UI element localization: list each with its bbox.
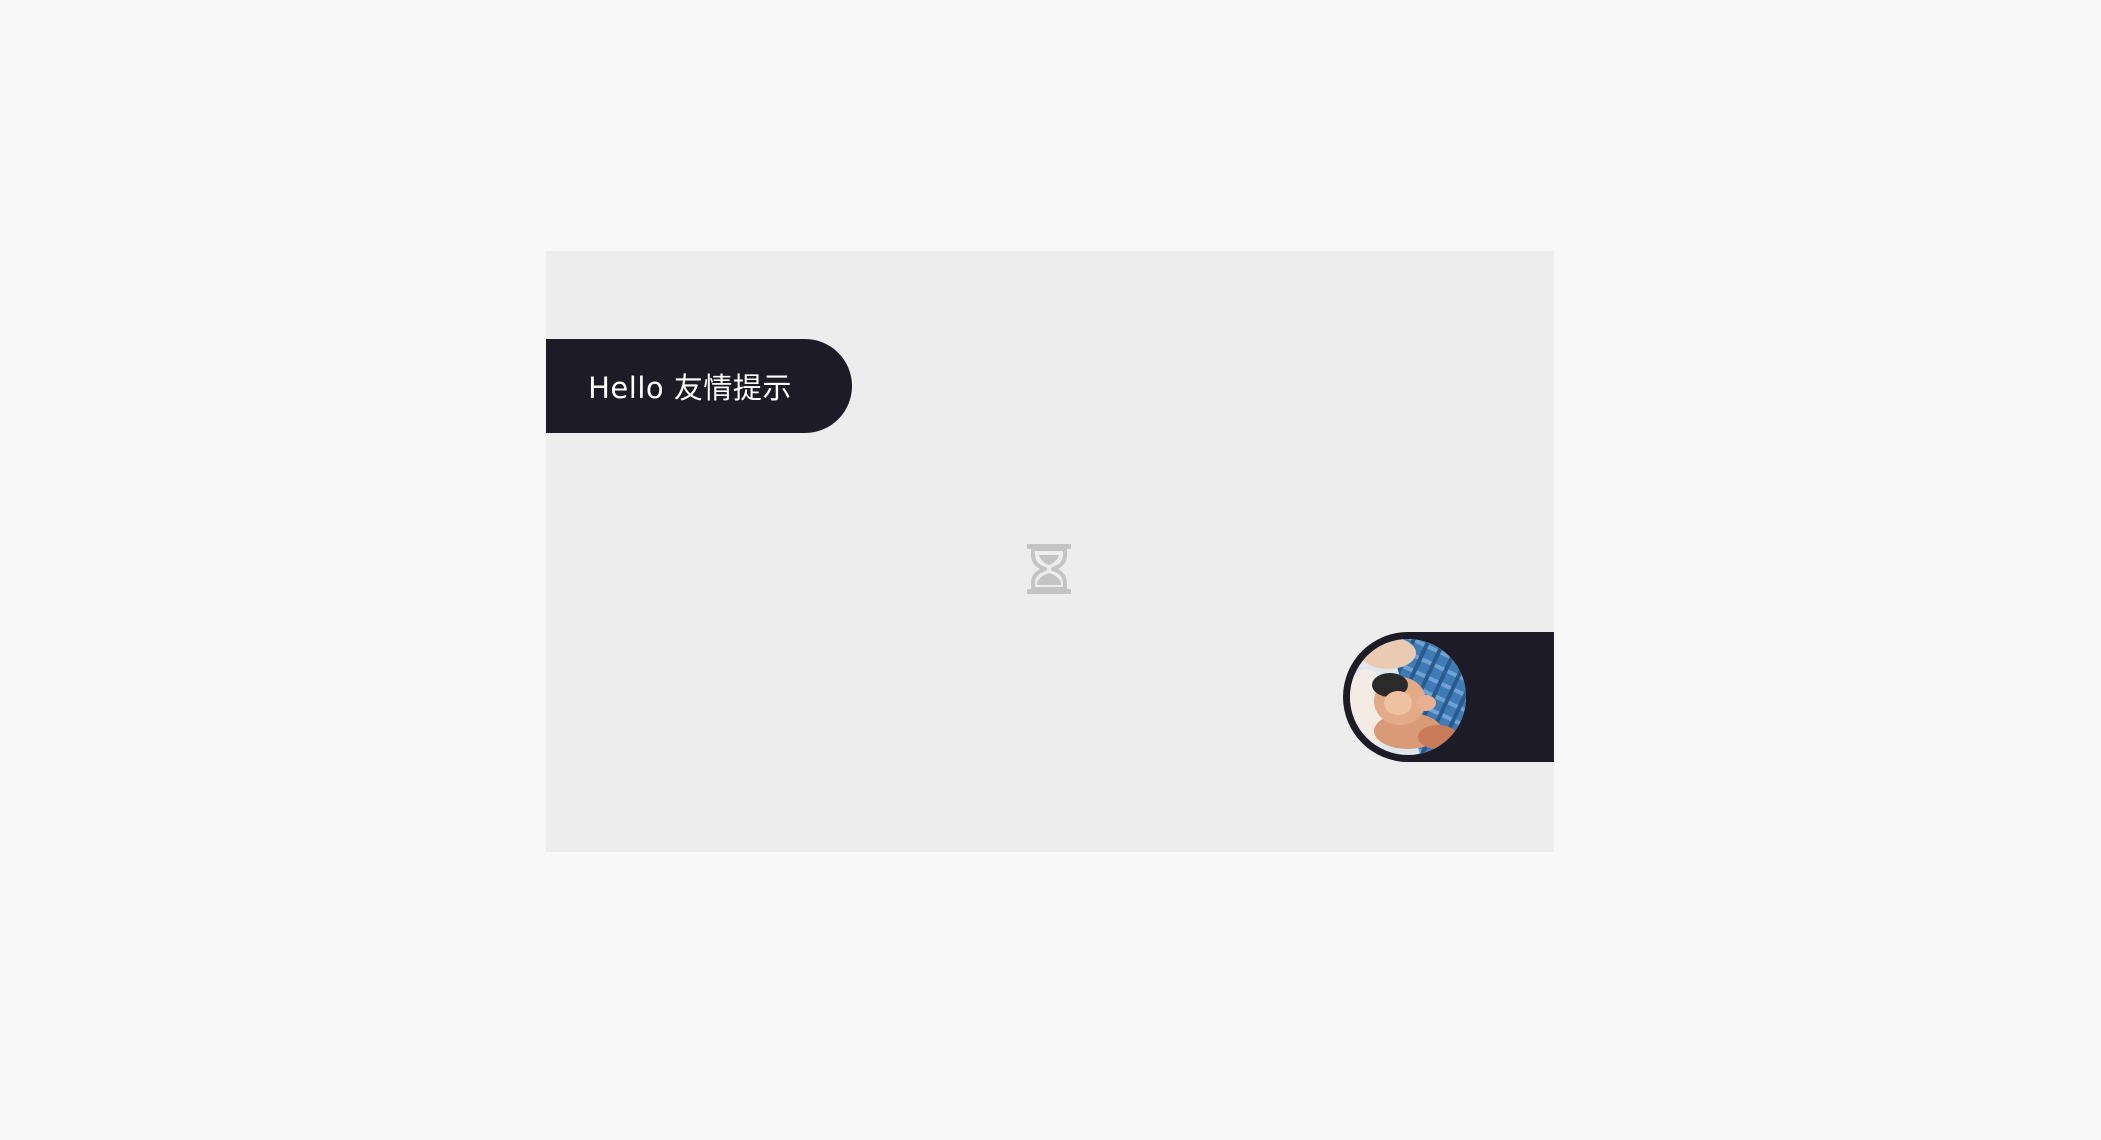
tip-text: Hello 友情提示 bbox=[588, 371, 792, 405]
tip-bubble[interactable]: Hello 友情提示 bbox=[546, 339, 852, 433]
avatar-dock[interactable] bbox=[1343, 632, 1554, 762]
preview-stage: Hello 友情提示 bbox=[546, 251, 1554, 852]
baby-photo-avatar[interactable] bbox=[1350, 639, 1466, 755]
hourglass-icon bbox=[1025, 543, 1073, 595]
